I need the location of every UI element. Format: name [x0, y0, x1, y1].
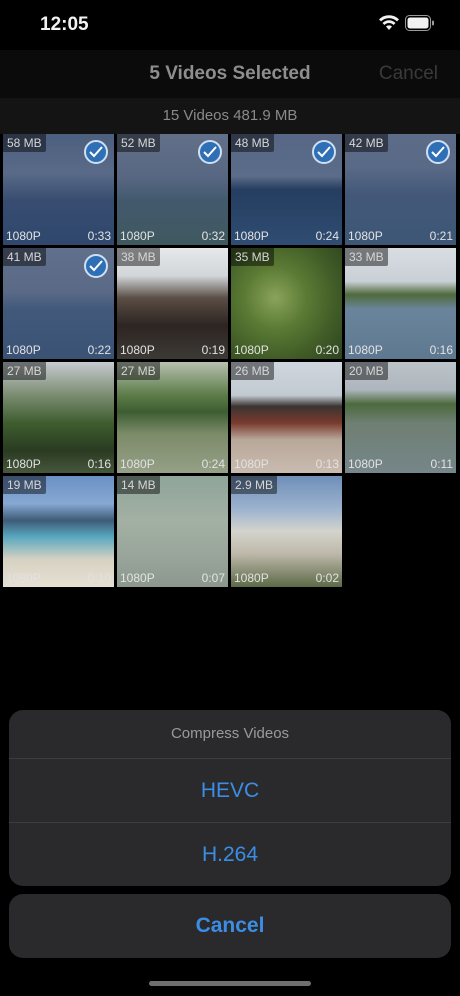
- video-thumbnail[interactable]: 27 MB 1080P 0:16: [3, 362, 114, 473]
- video-thumbnail[interactable]: 33 MB 1080P 0:16: [345, 248, 456, 359]
- video-thumbnail[interactable]: 27 MB 1080P 0:24: [117, 362, 228, 473]
- video-duration: 0:32: [201, 229, 225, 243]
- video-size: 35 MB: [231, 248, 274, 266]
- video-duration: 0:19: [201, 343, 225, 357]
- video-size: 2.9 MB: [231, 476, 278, 494]
- video-duration: 0:16: [87, 457, 111, 471]
- video-resolution: 1080P: [348, 229, 383, 243]
- video-resolution: 1080P: [120, 457, 155, 471]
- video-size: 27 MB: [3, 362, 46, 380]
- video-size: 19 MB: [3, 476, 46, 494]
- cancel-button[interactable]: Cancel: [9, 894, 451, 958]
- status-bar: 12:05: [0, 0, 460, 50]
- video-resolution: 1080P: [6, 343, 41, 357]
- video-thumbnail[interactable]: 41 MB 1080P 0:22: [3, 248, 114, 359]
- video-duration: 0:21: [429, 229, 453, 243]
- video-size: 58 MB: [3, 134, 46, 152]
- video-thumbnail[interactable]: 52 MB 1080P 0:32: [117, 134, 228, 245]
- video-resolution: 1080P: [234, 457, 269, 471]
- video-resolution: 1080P: [6, 457, 41, 471]
- video-thumbnail[interactable]: 48 MB 1080P 0:24: [231, 134, 342, 245]
- video-resolution: 1080P: [6, 229, 41, 243]
- video-thumbnail[interactable]: 58 MB 1080P 0:33: [3, 134, 114, 245]
- selection-summary-bar: 15 Videos 481.9 MB: [0, 98, 460, 134]
- video-size: 20 MB: [345, 362, 388, 380]
- video-duration: 0:24: [201, 457, 225, 471]
- video-size: 52 MB: [117, 134, 160, 152]
- video-resolution: 1080P: [348, 343, 383, 357]
- video-duration: 0:22: [87, 343, 111, 357]
- video-size: 14 MB: [117, 476, 160, 494]
- video-size: 42 MB: [345, 134, 388, 152]
- video-thumbnail[interactable]: 42 MB 1080P 0:21: [345, 134, 456, 245]
- video-duration: 0:16: [429, 343, 453, 357]
- checkmark-icon: [198, 140, 222, 164]
- checkmark-icon: [84, 254, 108, 278]
- video-size: 38 MB: [117, 248, 160, 266]
- video-resolution: 1080P: [6, 571, 41, 585]
- checkmark-icon: [84, 140, 108, 164]
- video-duration: 0:07: [201, 571, 225, 585]
- video-thumbnail[interactable]: 38 MB 1080P 0:19: [117, 248, 228, 359]
- video-thumbnail[interactable]: 20 MB 1080P 0:11: [345, 362, 456, 473]
- selection-summary: 15 Videos 481.9 MB: [162, 107, 298, 124]
- hevc-button[interactable]: HEVC: [9, 759, 451, 823]
- video-thumbnail[interactable]: 14 MB 1080P 0:07: [117, 476, 228, 587]
- nav-cancel-button[interactable]: Cancel: [379, 63, 438, 85]
- navigation-bar: 5 Videos Selected Cancel: [0, 50, 460, 98]
- video-thumbnail[interactable]: 2.9 MB 1080P 0:02: [231, 476, 342, 587]
- video-duration: 0:33: [87, 229, 111, 243]
- video-duration: 0:13: [315, 457, 339, 471]
- video-resolution: 1080P: [120, 571, 155, 585]
- video-duration: 0:11: [430, 457, 453, 471]
- battery-icon: [405, 15, 435, 31]
- video-size: 26 MB: [231, 362, 274, 380]
- video-resolution: 1080P: [120, 343, 155, 357]
- video-resolution: 1080P: [234, 571, 269, 585]
- video-duration: 0:02: [315, 571, 339, 585]
- video-duration: 0:10: [87, 571, 111, 585]
- compress-action-sheet: Compress Videos HEVC H.264: [9, 710, 451, 886]
- status-time: 12:05: [40, 14, 89, 35]
- video-thumbnail[interactable]: 26 MB 1080P 0:13: [231, 362, 342, 473]
- video-size: 33 MB: [345, 248, 388, 266]
- video-thumbnail[interactable]: 19 MB 1080P 0:10: [3, 476, 114, 587]
- h264-button[interactable]: H.264: [9, 823, 451, 886]
- home-indicator[interactable]: [149, 981, 311, 986]
- action-sheet-title: Compress Videos: [170, 725, 290, 742]
- video-resolution: 1080P: [348, 457, 383, 471]
- video-duration: 0:24: [315, 229, 339, 243]
- wifi-icon: [378, 14, 400, 32]
- video-resolution: 1080P: [120, 229, 155, 243]
- video-duration: 0:20: [315, 343, 339, 357]
- video-size: 27 MB: [117, 362, 160, 380]
- checkmark-icon: [312, 140, 336, 164]
- video-resolution: 1080P: [234, 229, 269, 243]
- video-resolution: 1080P: [234, 343, 269, 357]
- video-thumbnail[interactable]: 35 MB 1080P 0:20: [231, 248, 342, 359]
- checkmark-icon: [426, 140, 450, 164]
- video-size: 41 MB: [3, 248, 46, 266]
- video-size: 48 MB: [231, 134, 274, 152]
